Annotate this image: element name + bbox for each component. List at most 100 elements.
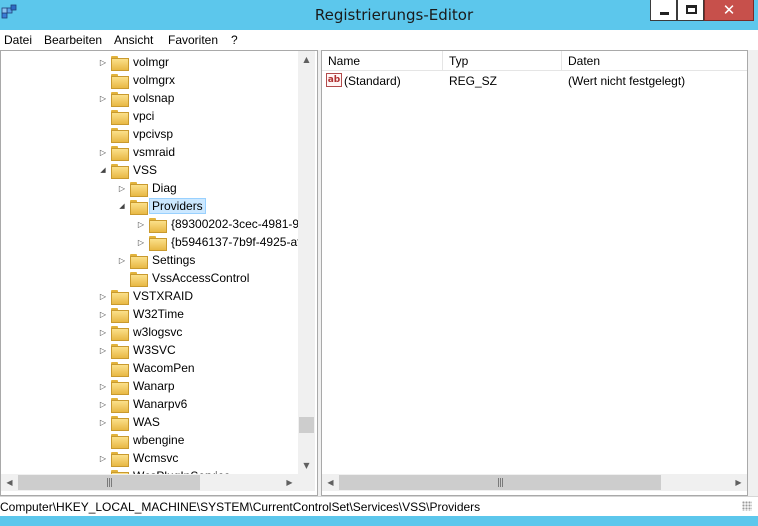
value-type: REG_SZ — [449, 74, 498, 88]
tree-item[interactable]: ▷ volsnap — [97, 89, 177, 107]
tree-item[interactable]: ▷ Wanarp — [97, 377, 178, 395]
tree-item[interactable]: volmgrx — [97, 71, 178, 89]
tree-item[interactable]: ▷ Wanarpv6 — [97, 395, 190, 413]
expand-arrow-icon[interactable]: ▷ — [135, 215, 147, 233]
scroll-right-icon[interactable]: ▶ — [730, 474, 747, 491]
tree-item[interactable]: ▷ W3SVC — [97, 341, 179, 359]
tree-item-label: w3logsvc — [133, 325, 183, 339]
folder-icon — [111, 289, 129, 305]
tree-item-label: vpcivsp — [133, 127, 174, 141]
value-data: (Wert nicht festgelegt) — [568, 74, 686, 88]
resize-grip-icon[interactable] — [742, 501, 752, 511]
key-tree: ▷ volmgr volmgrx ▷ volsnap vpci vpcivsp ▷ vsmrai… — [1, 51, 299, 474]
expand-arrow-icon[interactable]: ▷ — [97, 449, 109, 467]
tree-item[interactable]: ◢ VSS — [97, 161, 160, 179]
folder-icon — [111, 91, 129, 107]
folder-icon — [111, 163, 129, 179]
tree-item[interactable]: ▷ WAS — [97, 413, 163, 431]
folder-icon — [111, 109, 129, 125]
close-icon: ✕ — [722, 1, 736, 19]
maximize-button[interactable] — [677, 0, 704, 21]
expand-arrow-icon[interactable]: ▷ — [97, 413, 109, 431]
tree-item[interactable]: ▷ w3logsvc — [97, 323, 185, 341]
collapse-arrow-icon[interactable]: ◢ — [97, 161, 109, 179]
list-hscroll-thumb[interactable]: ||| — [339, 475, 661, 490]
tree-item[interactable]: ▷ volmgr — [97, 53, 172, 71]
expand-arrow-icon[interactable]: ▷ — [97, 89, 109, 107]
expand-arrow-icon[interactable]: ▷ — [116, 179, 128, 197]
folder-icon — [111, 55, 129, 71]
folder-icon — [111, 379, 129, 395]
collapse-arrow-icon[interactable]: ◢ — [116, 197, 128, 215]
tree-item[interactable]: ▷ vsmraid — [97, 143, 178, 161]
tree-item[interactable]: ▷ {b5946137-7b9f-4925-af8 — [135, 233, 299, 251]
tree-item[interactable]: wbengine — [97, 431, 187, 449]
column-type[interactable]: Typ — [443, 51, 562, 71]
folder-icon — [130, 253, 148, 269]
tree-vertical-scrollbar[interactable]: ▲ ▼ — [298, 51, 315, 474]
scroll-left-icon[interactable]: ◀ — [322, 474, 339, 491]
tree-item[interactable]: VssAccessControl — [116, 269, 252, 287]
folder-icon — [130, 181, 148, 197]
tree-item-label: {89300202-3cec-4981-917 — [171, 217, 299, 231]
folder-icon — [111, 127, 129, 143]
menu-ansicht[interactable]: Ansicht — [114, 33, 153, 47]
expand-arrow-icon[interactable]: ▷ — [97, 377, 109, 395]
tree-hscroll-thumb[interactable]: ||| — [18, 475, 200, 490]
tree-item[interactable]: ▷ VSTXRAID — [97, 287, 196, 305]
scroll-right-icon[interactable]: ▶ — [281, 474, 298, 491]
key-path: Computer\HKEY_LOCAL_MACHINE\SYSTEM\Curre… — [0, 500, 481, 514]
tree-item[interactable]: WcsPlugInService — [97, 467, 233, 474]
tree-item[interactable]: vpcivsp — [97, 125, 176, 143]
tree-item[interactable]: ◢ Providers — [116, 197, 206, 215]
list-horizontal-scrollbar[interactable]: ◀ ||| ▶ — [322, 474, 747, 491]
scroll-down-icon[interactable]: ▼ — [298, 457, 315, 474]
list-item[interactable]: ab (Standard) REG_SZ (Wert nicht festgel… — [322, 72, 747, 90]
tree-item[interactable]: ▷ Settings — [116, 251, 198, 269]
scroll-up-icon[interactable]: ▲ — [298, 51, 315, 68]
expand-arrow-icon[interactable]: ▷ — [116, 251, 128, 269]
menu-bearbeiten[interactable]: Bearbeiten — [44, 33, 102, 47]
folder-icon — [130, 199, 148, 215]
expand-arrow-icon[interactable]: ▷ — [135, 233, 147, 251]
value-name: (Standard) — [344, 74, 401, 88]
maximize-icon — [686, 5, 697, 14]
tree-item[interactable]: ▷ {89300202-3cec-4981-917 — [135, 215, 299, 233]
folder-icon — [111, 343, 129, 359]
window-title: Registrierungs-Editor — [314, 6, 474, 24]
expand-arrow-icon[interactable]: ▷ — [97, 305, 109, 323]
tree-item[interactable]: vpci — [97, 107, 157, 125]
expand-arrow-icon[interactable]: ▷ — [97, 395, 109, 413]
tree-item[interactable]: ▷ Diag — [116, 179, 180, 197]
tree-item[interactable]: WacomPen — [97, 359, 198, 377]
tree-vscroll-thumb[interactable] — [299, 417, 314, 433]
tree-horizontal-scrollbar[interactable]: ◀ ||| ▶ — [1, 474, 298, 491]
expand-arrow-icon[interactable]: ▷ — [97, 323, 109, 341]
tree-item[interactable]: ▷ Wcmsvc — [97, 449, 181, 467]
expand-arrow-icon[interactable]: ▷ — [97, 143, 109, 161]
folder-icon — [111, 433, 129, 449]
values-list-pane: Name Typ Daten ab (Standard) REG_SZ (Wer… — [321, 50, 748, 496]
string-value-icon: ab — [326, 73, 342, 87]
menu-help[interactable]: ? — [231, 33, 238, 47]
close-button[interactable]: ✕ — [704, 0, 754, 21]
minimize-button[interactable] — [650, 0, 677, 21]
column-name[interactable]: Name — [322, 51, 443, 71]
expand-arrow-icon[interactable]: ▷ — [97, 341, 109, 359]
folder-icon — [111, 451, 129, 467]
tree-item[interactable]: ▷ W32Time — [97, 305, 187, 323]
menu-favoriten[interactable]: Favoriten — [168, 33, 218, 47]
tree-item-label: W3SVC — [133, 343, 176, 357]
grip-icon: ||| — [496, 477, 504, 488]
expand-arrow-icon[interactable]: ▷ — [97, 53, 109, 71]
scroll-left-icon[interactable]: ◀ — [1, 474, 18, 491]
expand-arrow-icon[interactable]: ▷ — [97, 287, 109, 305]
window-bottom-edge — [0, 516, 758, 526]
tree-item-label: VssAccessControl — [152, 271, 250, 285]
tree-item-label: Diag — [152, 181, 177, 195]
column-data[interactable]: Daten — [562, 51, 747, 71]
menu-datei[interactable]: Datei — [4, 33, 32, 47]
